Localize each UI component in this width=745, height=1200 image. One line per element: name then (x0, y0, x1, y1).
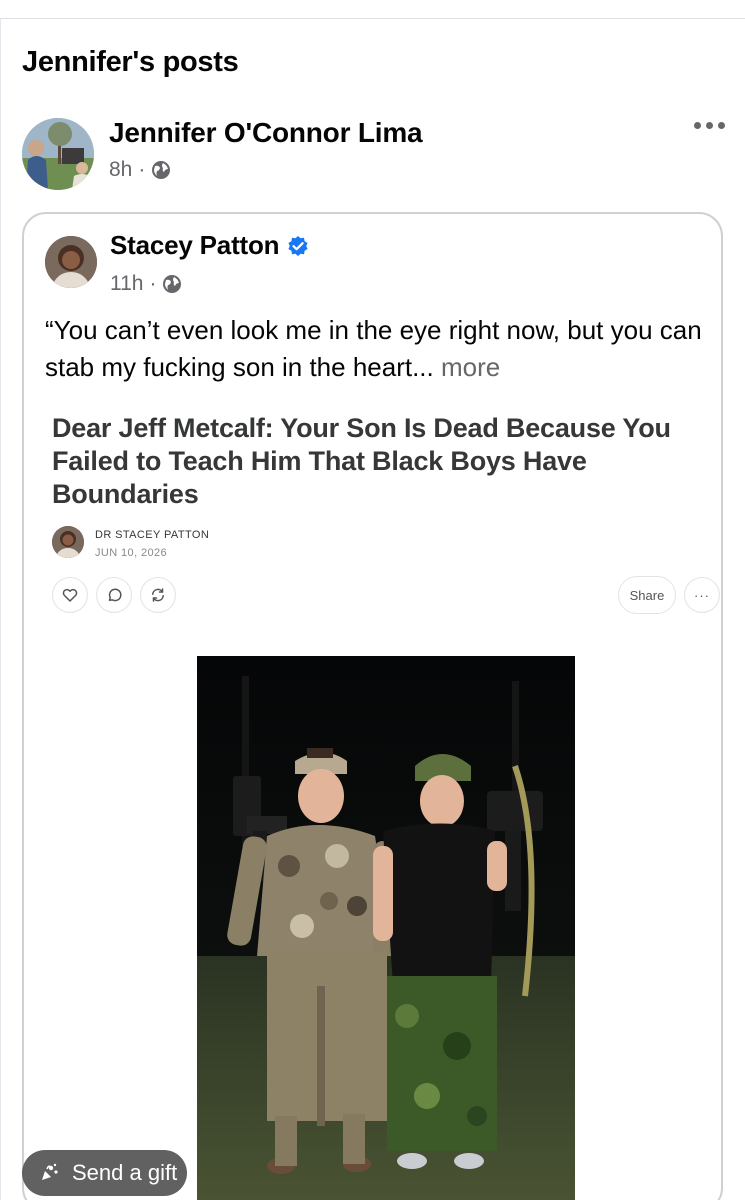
shared-post-meta: 11h · (110, 272, 182, 296)
see-more-link[interactable]: more (441, 352, 500, 382)
shared-post-card[interactable]: Stacey Patton 11h · “You can’t even look… (22, 212, 723, 1200)
article-author-avatar (52, 526, 84, 558)
send-gift-label: Send a gift (72, 1160, 178, 1185)
article-title[interactable]: Dear Jeff Metcalf: Your Son Is Dead Beca… (52, 412, 721, 511)
article-more-button[interactable]: ··· (684, 577, 720, 613)
globe-icon (152, 161, 171, 179)
share-button[interactable]: Share (618, 576, 676, 614)
article-photo[interactable] (197, 656, 575, 1200)
restack-button[interactable] (140, 577, 176, 613)
meta-separator: · (138, 158, 146, 181)
shared-post-time[interactable]: 11h (110, 272, 143, 296)
meta-separator: · (149, 272, 157, 295)
gift-icon (42, 1163, 58, 1180)
post-time[interactable]: 8h (109, 158, 132, 182)
shared-author-name[interactable]: Stacey Patton (110, 230, 309, 261)
page-title: Jennifer's posts (22, 46, 239, 78)
post-body-text: “You can’t even look me in the eye right… (45, 312, 705, 386)
article-byline: DR STACEY PATTON (95, 529, 210, 541)
post-body-content: “You can’t even look me in the eye right… (45, 315, 702, 382)
verified-badge-icon (288, 235, 308, 256)
more-horizontal-icon (694, 122, 701, 129)
restack-icon (152, 588, 164, 602)
globe-icon (163, 275, 182, 293)
comment-button[interactable] (96, 577, 132, 613)
send-gift-button[interactable]: Send a gift (22, 1150, 187, 1196)
author-name[interactable]: Jennifer O'Connor Lima (109, 117, 423, 149)
shared-author-avatar[interactable] (45, 236, 97, 288)
heart-icon (62, 588, 78, 602)
post-meta: 8h · (109, 158, 171, 182)
comment-icon (108, 588, 122, 602)
like-button[interactable] (52, 577, 88, 613)
left-border (0, 18, 1, 1200)
top-divider (0, 18, 745, 19)
author-avatar[interactable] (22, 118, 94, 190)
shared-author-label: Stacey Patton (110, 230, 280, 260)
post-menu-button[interactable] (690, 118, 729, 133)
article-date: JUN 10, 2026 (95, 547, 168, 559)
photo-image (197, 656, 575, 1200)
